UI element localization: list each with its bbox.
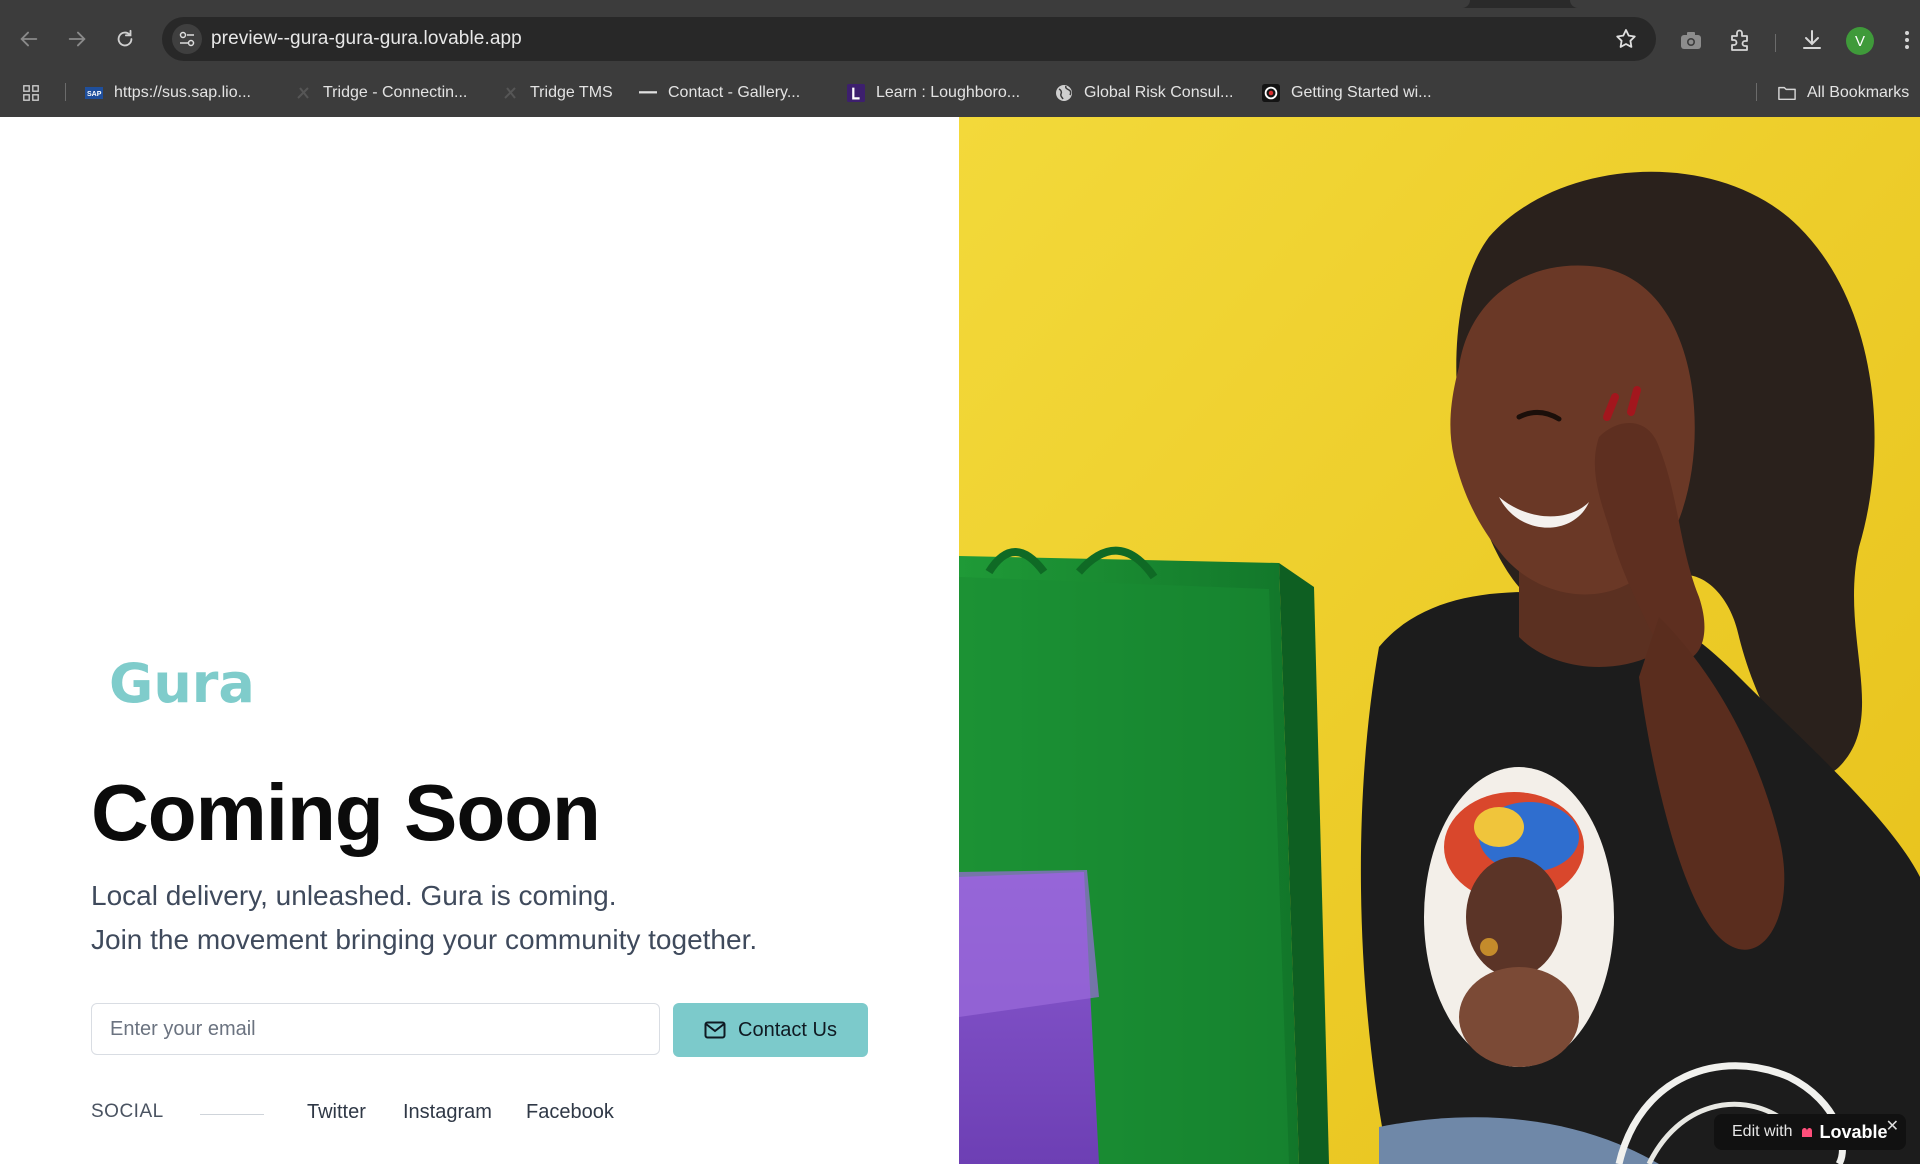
contact-us-button[interactable]: Contact Us <box>673 1003 868 1057</box>
arrow-left-icon <box>20 31 38 47</box>
apps-grid-icon <box>22 84 40 102</box>
bookmarks-divider <box>1756 83 1757 101</box>
camera-icon[interactable] <box>1678 27 1704 53</box>
svg-text:SAP: SAP <box>87 91 102 98</box>
browser-toolbar: preview--gura-gura-gura.lovable.app V <box>0 8 1920 70</box>
mail-icon <box>704 1021 726 1039</box>
bookmark-item[interactable]: Contact - Gallery... <box>639 80 800 106</box>
browser-chrome: preview--gura-gura-gura.lovable.app V SA… <box>0 0 1920 117</box>
bookmark-label: Global Risk Consul... <box>1084 84 1234 101</box>
hero-photo-illustration <box>959 117 1920 1164</box>
sap-icon: SAP <box>85 84 103 102</box>
all-bookmarks-label: All Bookmarks <box>1807 84 1910 101</box>
bookmark-item[interactable]: Learn : Loughboro... <box>847 80 1020 106</box>
bookmark-item[interactable]: SAP https://sus.sap.lio... <box>85 80 251 106</box>
tridge-icon <box>294 84 312 102</box>
bookmarks-divider <box>65 83 66 101</box>
dash-icon <box>639 84 657 102</box>
contact-us-label: Contact Us <box>738 1018 837 1041</box>
tab-strip <box>0 0 1920 8</box>
close-icon[interactable]: ✕ <box>1886 1116 1899 1136</box>
bookmarks-bar: SAP https://sus.sap.lio... Tridge - Conn… <box>0 70 1920 117</box>
address-bar[interactable]: preview--gura-gura-gura.lovable.app <box>162 17 1656 61</box>
reload-button[interactable] <box>107 21 143 57</box>
forward-button[interactable] <box>59 21 95 57</box>
reload-icon <box>117 29 133 47</box>
tridge-icon <box>501 84 519 102</box>
page-title: Coming Soon <box>91 768 601 857</box>
edit-with-lovable-badge[interactable]: Edit with Lovable ✕ <box>1714 1114 1906 1150</box>
gura-logo[interactable]: Gura <box>109 652 255 715</box>
bookmark-item[interactable]: Global Risk Consul... <box>1055 80 1233 106</box>
apps-button[interactable] <box>22 80 51 106</box>
menu-kebab-icon[interactable] <box>1894 27 1920 53</box>
email-input[interactable] <box>91 1003 660 1055</box>
tab-edge <box>1570 0 1920 8</box>
lovable-heart-icon <box>1802 1128 1813 1137</box>
site-settings-icon[interactable] <box>172 24 202 54</box>
hero-photo <box>959 117 1920 1164</box>
all-bookmarks-button[interactable]: All Bookmarks <box>1778 80 1909 106</box>
bookmark-label: Getting Started wi... <box>1291 84 1432 101</box>
profile-avatar[interactable]: V <box>1846 27 1874 55</box>
toolbar-divider <box>1775 34 1776 52</box>
badge-brand: Lovable <box>1819 1121 1888 1142</box>
extensions-icon[interactable] <box>1727 27 1753 53</box>
tagline-line-2: Join the movement bringing your communit… <box>91 924 758 955</box>
badge-prefix: Edit with <box>1732 1123 1793 1140</box>
web-page: Gura Coming Soon Local delivery, unleash… <box>0 117 1920 1164</box>
tab-edge <box>0 0 1470 8</box>
bookmark-label: Tridge - Connectin... <box>323 84 468 101</box>
tagline-line-1: Local delivery, unleashed. Gura is comin… <box>91 880 617 911</box>
learn-l-icon <box>847 84 865 102</box>
bookmark-label: Contact - Gallery... <box>668 84 801 101</box>
social-divider <box>200 1114 264 1115</box>
bookmark-item[interactable]: Getting Started wi... <box>1262 80 1432 106</box>
globe-icon <box>1055 84 1073 102</box>
bookmark-label: Learn : Loughboro... <box>876 84 1021 101</box>
bookmark-star-icon[interactable] <box>1614 27 1638 51</box>
url-text[interactable]: preview--gura-gura-gura.lovable.app <box>211 28 522 50</box>
instagram-link[interactable]: Instagram <box>403 1101 492 1124</box>
twitter-link[interactable]: Twitter <box>307 1101 366 1124</box>
hero-content: Gura Coming Soon Local delivery, unleash… <box>0 117 959 1164</box>
social-links: SOCIAL Twitter Instagram Facebook <box>91 1101 791 1129</box>
target-icon <box>1262 84 1280 102</box>
social-label: SOCIAL <box>91 1101 164 1122</box>
bookmark-label: Tridge TMS <box>530 84 613 101</box>
tagline: Local delivery, unleashed. Gura is comin… <box>91 874 757 962</box>
download-icon[interactable] <box>1799 27 1825 53</box>
back-button[interactable] <box>11 21 47 57</box>
arrow-right-icon <box>68 31 86 47</box>
bookmark-label: https://sus.sap.lio... <box>114 84 251 101</box>
folder-icon <box>1778 84 1796 102</box>
bookmark-item[interactable]: Tridge TMS <box>501 80 613 106</box>
facebook-link[interactable]: Facebook <box>526 1101 614 1124</box>
bookmark-item[interactable]: Tridge - Connectin... <box>294 80 467 106</box>
